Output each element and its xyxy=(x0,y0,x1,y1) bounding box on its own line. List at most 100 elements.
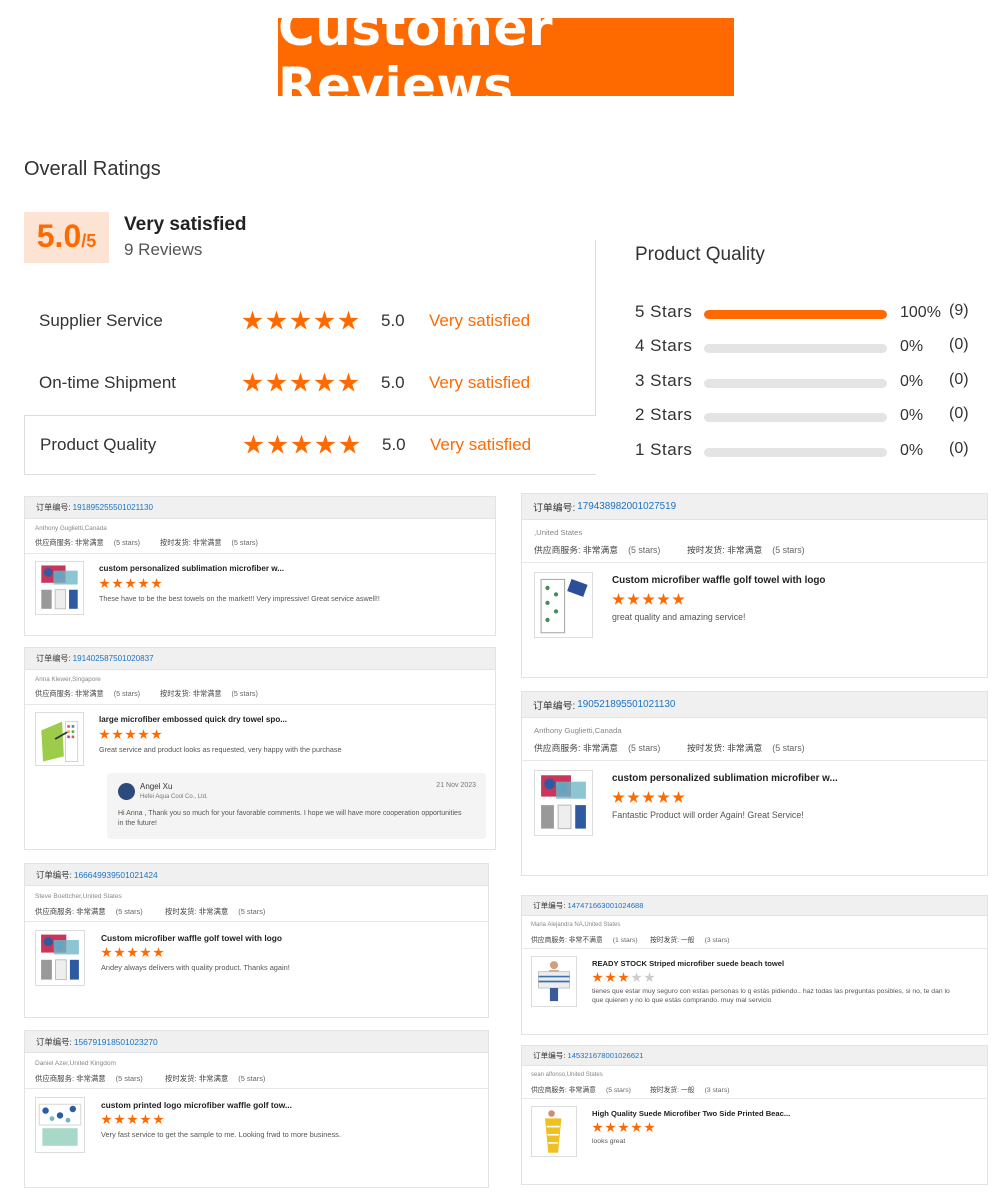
service-label: 供应商服务: xyxy=(35,538,73,547)
order-label: 订单编号: xyxy=(36,869,72,880)
star-empty-icon xyxy=(631,972,642,983)
review-text: Great service and product looks as reque… xyxy=(99,745,342,754)
star-filled-icon xyxy=(99,578,110,589)
star-bar-track xyxy=(704,413,887,422)
star-filled-icon xyxy=(290,372,311,392)
order-label: 订单编号: xyxy=(533,700,576,712)
service-value: 非常满意 xyxy=(568,1087,596,1094)
product-name-link[interactable]: READY STOCK Striped microfiber suede bea… xyxy=(592,959,784,968)
product-name-link[interactable]: Custom microfiber waffle golf towel with… xyxy=(612,575,825,586)
supplier-service-rating: 供应商服务: 非常满意 (5 stars) xyxy=(35,1073,143,1084)
overall-score-badge: 5.0 /5 xyxy=(24,212,109,263)
service-stars-text: (5 stars) xyxy=(115,1074,143,1083)
shipment-label: 按时发货: xyxy=(160,538,191,547)
order-number-link[interactable]: 166649939501021424 xyxy=(74,870,158,880)
review-text: Fantastic Product will order Again! Grea… xyxy=(612,810,804,820)
rating-text: Very satisfied xyxy=(430,435,532,454)
order-number-link[interactable]: 191402587501020837 xyxy=(73,654,154,663)
order-number-link[interactable]: 190521895501021130 xyxy=(577,699,675,710)
star-filled-icon xyxy=(125,578,136,589)
product-thumbnail[interactable] xyxy=(35,561,84,615)
star-bar-track xyxy=(704,344,887,353)
star-filled-icon xyxy=(101,1114,112,1125)
shipment-label: 按时发货: xyxy=(165,907,197,916)
order-header: 订单编号: 147471663001024688 xyxy=(522,896,987,916)
shipment-value: 非常满意 xyxy=(192,538,222,547)
order-number-link[interactable]: 147471663001024688 xyxy=(567,901,643,910)
review-stars xyxy=(101,1114,164,1125)
star-count: (0) xyxy=(949,371,969,388)
star-filled-icon xyxy=(644,1122,655,1133)
star-breakdown-row: 3 Stars 0% (0) xyxy=(635,371,980,395)
shipment-label: 按时发货: xyxy=(160,689,191,698)
star-filled-icon xyxy=(140,947,151,958)
shipment-rating: 按时发货: 非常满意 (5 stars) xyxy=(687,543,805,556)
product-thumbnail[interactable] xyxy=(35,712,84,766)
star-filled-icon xyxy=(605,972,616,983)
reply-message: Hi Anna , Thank you so much for your fav… xyxy=(118,810,462,827)
star-filled-icon xyxy=(338,372,359,392)
supplier-service-rating: 供应商服务: 非常满意 (5 stars) xyxy=(35,906,143,917)
shipment-rating: 按时发货: 非常满意 (5 stars) xyxy=(160,689,258,699)
shipment-value: 非常满意 xyxy=(727,743,763,753)
buyer-name: Anna Klewer,Singapore xyxy=(35,676,101,683)
product-thumbnail[interactable] xyxy=(534,770,593,836)
product-thumbnail[interactable] xyxy=(534,572,593,638)
product-thumbnail[interactable] xyxy=(35,930,85,986)
star-count: (9) xyxy=(949,302,969,319)
order-number-link[interactable]: 179438982001027519 xyxy=(577,501,676,512)
review-stars xyxy=(612,593,685,606)
star-level-label: 2 Stars xyxy=(635,405,693,424)
product-thumbnail[interactable] xyxy=(35,1097,85,1153)
star-percent: 0% xyxy=(900,373,924,390)
star-filled-icon xyxy=(138,578,149,589)
product-name-link[interactable]: High Quality Suede Microfiber Two Side P… xyxy=(592,1109,790,1118)
star-breakdown-row: 2 Stars 0% (0) xyxy=(635,405,980,429)
product-name-link[interactable]: Custom microfiber waffle golf towel with… xyxy=(101,933,282,943)
star-filled-icon xyxy=(592,972,603,983)
star-bar-track xyxy=(704,448,887,457)
buyer-name: Anthony Guglietti,Canada xyxy=(534,726,622,735)
star-percent: 0% xyxy=(900,407,924,424)
rating-value: 5.0 xyxy=(381,311,405,330)
service-stars-text: (5 stars) xyxy=(115,907,143,916)
shipment-stars-text: (3 stars) xyxy=(704,1087,730,1094)
order-number-link[interactable]: 156791918501023270 xyxy=(74,1037,158,1047)
star-count: (0) xyxy=(949,440,969,457)
service-value: 非常满意 xyxy=(76,907,106,916)
product-name-link[interactable]: custom personalized sublimation microfib… xyxy=(99,564,284,573)
card-divider xyxy=(522,760,987,761)
order-number-link[interactable]: 191895255501021130 xyxy=(73,503,153,512)
star-filled-icon xyxy=(242,372,263,392)
star-filled-icon xyxy=(242,310,263,330)
star-level-label: 5 Stars xyxy=(635,302,693,321)
card-divider xyxy=(25,921,488,922)
review-text: Very fast service to get the sample to m… xyxy=(101,1130,341,1139)
product-thumbnail[interactable] xyxy=(531,1106,577,1157)
shipment-value: 非常满意 xyxy=(192,689,222,698)
overall-review-count: 9 Reviews xyxy=(124,240,203,259)
shipment-value: 一般 xyxy=(680,937,695,944)
review-card: 订单编号: 179438982001027519 ,United States … xyxy=(521,493,988,678)
product-thumbnail[interactable] xyxy=(531,956,577,1007)
supplier-service-rating: 供应商服务: 非常满意 (5 stars) xyxy=(534,543,660,556)
star-percent: 100% xyxy=(900,304,941,321)
product-name-link[interactable]: large microfiber embossed quick dry towe… xyxy=(99,715,287,724)
shipment-label: 按时发货: xyxy=(650,1087,680,1094)
review-stars xyxy=(592,1122,655,1133)
product-name-link[interactable]: custom printed logo microfiber waffle go… xyxy=(101,1100,292,1110)
order-header: 订单编号: 191402587501020837 xyxy=(25,648,495,670)
review-card: 订单编号: 145321678001026621 sean alfonso,Un… xyxy=(521,1045,988,1185)
order-label: 订单编号: xyxy=(36,1036,72,1047)
rating-label: On-time Shipment xyxy=(39,373,176,392)
review-card: 订单编号: 191402587501020837 Anna Klewer,Sin… xyxy=(24,647,496,850)
star-filled-icon xyxy=(114,947,125,958)
reply-company: Hefei Aqua Cool Co., Ltd. xyxy=(140,794,208,800)
reply-author: Angel Xu xyxy=(140,782,173,791)
overall-satisfaction-label: Very satisfied xyxy=(124,214,247,235)
shipment-stars-text: (5 stars) xyxy=(238,907,266,916)
rating-row-product-quality[interactable]: Product Quality 5.0 Very satisfied xyxy=(24,415,596,475)
star-percent: 0% xyxy=(900,442,924,459)
order-number-link[interactable]: 145321678001026621 xyxy=(567,1051,643,1060)
product-name-link[interactable]: custom personalized sublimation microfib… xyxy=(612,773,838,784)
